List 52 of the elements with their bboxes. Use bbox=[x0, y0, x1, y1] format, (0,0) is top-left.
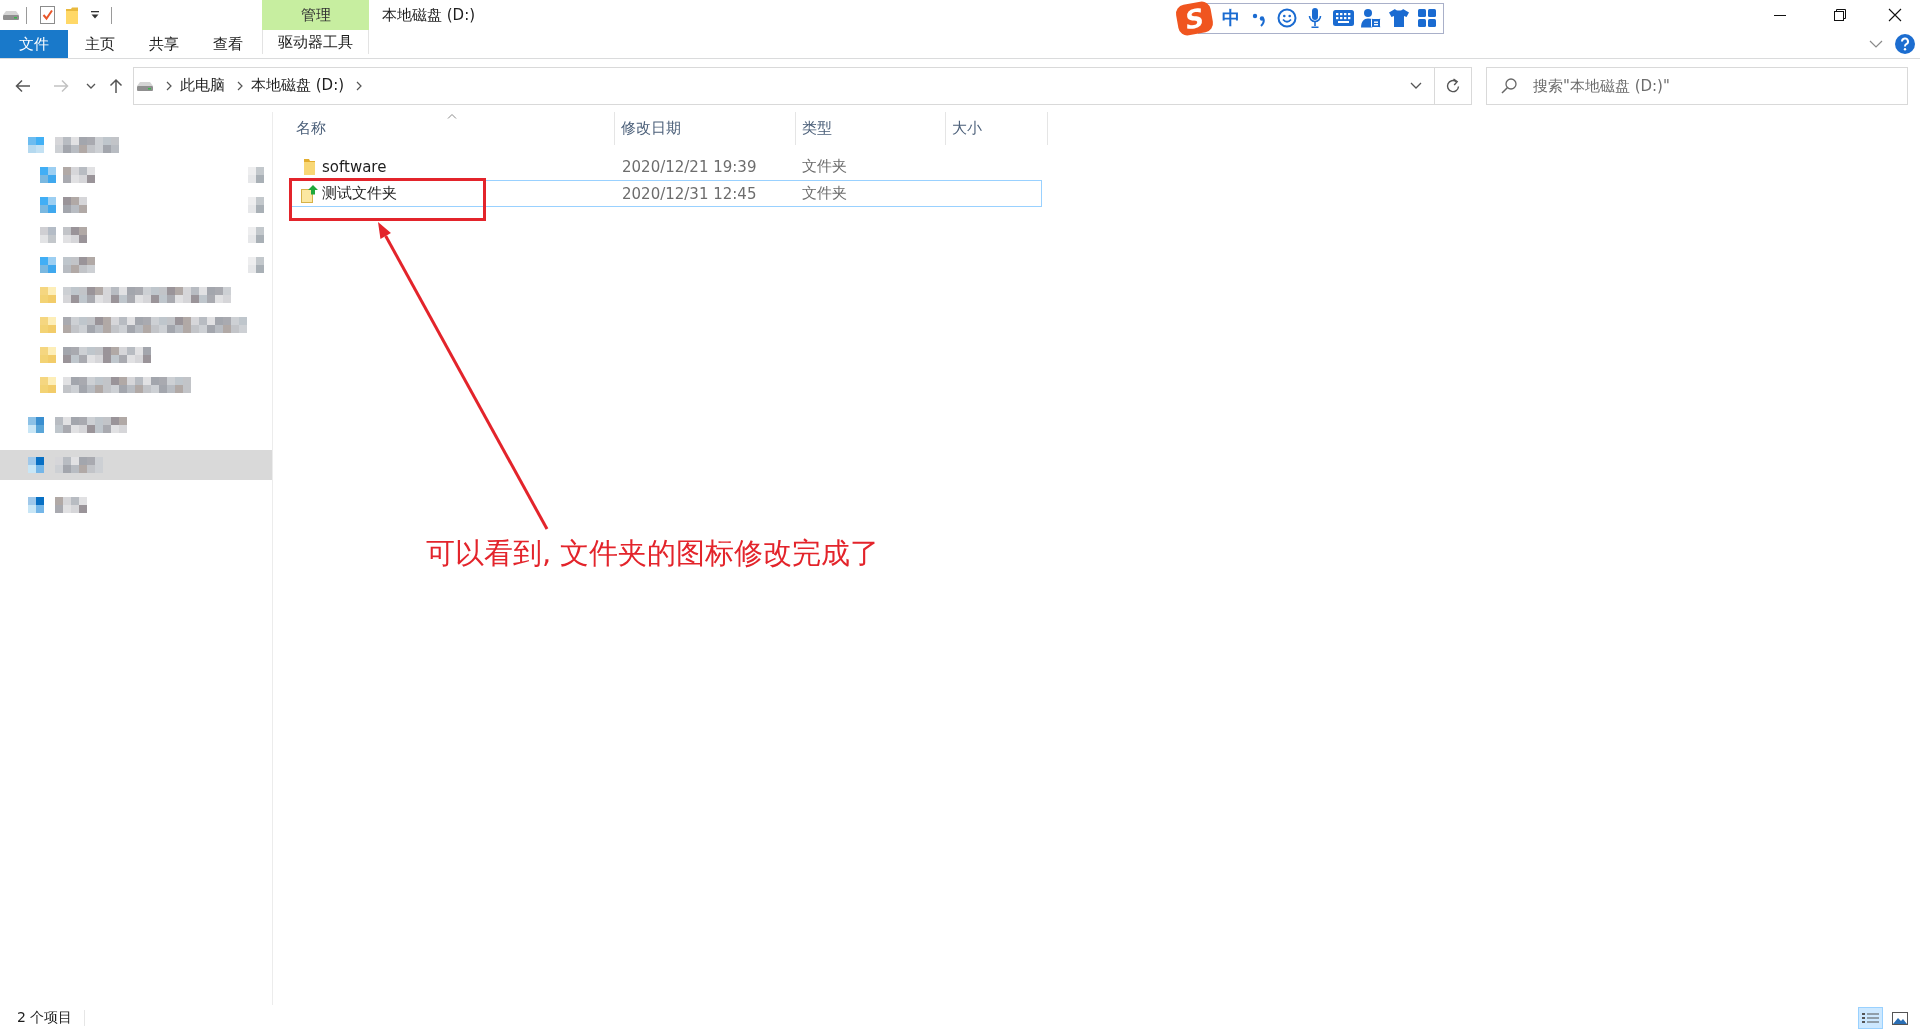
column-header[interactable]: 修改日期 bbox=[615, 112, 796, 145]
annotation-text: 可以看到, 文件夹的图标修改完成了 bbox=[426, 535, 880, 572]
modified-date: 2020/12/31 12:45 bbox=[622, 184, 757, 203]
keyboard-icon[interactable] bbox=[1332, 10, 1354, 26]
caret-icon[interactable] bbox=[90, 10, 100, 20]
ribbon-tab[interactable]: 查看 bbox=[196, 30, 260, 58]
file-name: software bbox=[322, 157, 387, 176]
folder-with-arrow-icon bbox=[300, 184, 318, 203]
breadcrumb-link[interactable]: 此电脑 bbox=[180, 76, 225, 95]
contextual-tab-header: 管理 bbox=[262, 0, 369, 30]
drive-icon bbox=[2, 9, 20, 21]
file-row[interactable]: 测试文件夹 2020/12/31 12:45 文件夹 bbox=[290, 180, 1042, 207]
input-mode-toggle[interactable]: 中 bbox=[1222, 6, 1240, 30]
shirt-icon[interactable] bbox=[1389, 9, 1409, 27]
file-type: 文件夹 bbox=[802, 184, 847, 203]
help-icon[interactable] bbox=[1895, 34, 1915, 54]
picture-icon bbox=[1892, 1011, 1908, 1025]
breadcrumb-link[interactable]: 本地磁盘 (D:) bbox=[251, 76, 345, 95]
column-header[interactable]: 类型 bbox=[796, 112, 946, 145]
details-view-button[interactable] bbox=[1858, 1007, 1883, 1029]
details-list-icon bbox=[1862, 1012, 1879, 1024]
ribbon-tab[interactable]: 共享 bbox=[132, 30, 196, 58]
chevron-down-icon[interactable] bbox=[1410, 82, 1422, 89]
ribbon-tab[interactable]: 主页 bbox=[68, 30, 132, 58]
close-icon[interactable] bbox=[1888, 8, 1902, 22]
file-name: 测试文件夹 bbox=[322, 184, 397, 203]
modified-date: 2020/12/21 19:39 bbox=[622, 157, 757, 176]
microphone-icon[interactable] bbox=[1308, 8, 1322, 28]
search-icon bbox=[1501, 77, 1517, 94]
chevron-down-icon[interactable] bbox=[1869, 40, 1883, 48]
file-row[interactable]: software 2020/12/21 19:39 文件夹 bbox=[290, 153, 1042, 180]
drive-icon bbox=[136, 79, 154, 92]
smiley-icon[interactable] bbox=[1277, 8, 1297, 28]
item-count: 2 个项目 bbox=[17, 1009, 73, 1027]
window-title: 本地磁盘 (D:) bbox=[382, 5, 476, 25]
column-header[interactable]: 大小 bbox=[946, 112, 1048, 145]
checklist-icon[interactable] bbox=[40, 6, 55, 24]
user-card-icon[interactable] bbox=[1361, 8, 1381, 28]
back-arrow-icon[interactable] bbox=[15, 78, 31, 93]
file-type: 文件夹 bbox=[802, 157, 847, 176]
file-tab[interactable]: 文件 bbox=[0, 30, 68, 58]
chevron-right-icon[interactable] bbox=[237, 80, 243, 91]
address-bar[interactable]: 此电脑 本地磁盘 (D:) bbox=[133, 66, 1472, 105]
restore-icon[interactable] bbox=[1834, 9, 1846, 21]
chevron-right-icon[interactable] bbox=[166, 80, 172, 91]
column-header[interactable]: 名称 bbox=[290, 112, 615, 145]
up-arrow-icon[interactable] bbox=[109, 77, 123, 94]
chevron-right-icon[interactable] bbox=[356, 80, 363, 91]
caret-icon[interactable] bbox=[86, 82, 96, 89]
refresh-icon[interactable] bbox=[1445, 77, 1461, 94]
search-field[interactable]: 搜索"本地磁盘 (D:)" bbox=[1486, 66, 1908, 105]
grid-icon[interactable] bbox=[1418, 9, 1436, 27]
